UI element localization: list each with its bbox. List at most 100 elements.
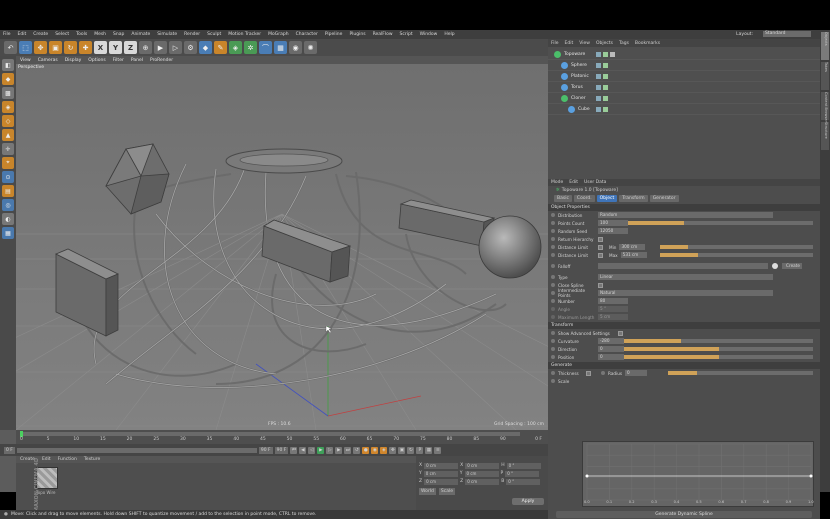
object-row[interactable]: Torus [548, 82, 820, 93]
perspective-viewport[interactable]: Perspective FPS : 10.6 Grid Spacing : 10… [16, 64, 548, 430]
points-count-field[interactable]: 100 [598, 220, 628, 226]
radius-slider[interactable] [668, 371, 813, 375]
deformer-icon[interactable]: ⌒ [259, 41, 272, 54]
layout-dropdown[interactable]: Standard [763, 31, 811, 37]
points-mode-icon[interactable]: ◈ [2, 101, 14, 113]
last-tool-icon[interactable]: ✚ [79, 41, 92, 54]
intermediate-points-dropdown[interactable]: Natural [598, 290, 773, 296]
object-menu-objects[interactable]: Objects [596, 41, 613, 46]
coord-field[interactable]: 0 ° [506, 463, 541, 469]
menu-help[interactable]: Help [444, 32, 454, 37]
position-key-icon[interactable]: ✥ [389, 446, 397, 454]
side-tab-content-browser[interactable]: Content Browser [821, 92, 829, 122]
z-axis-icon[interactable]: Z [124, 41, 137, 54]
visibility-icon[interactable] [596, 84, 601, 90]
material-menu-function[interactable]: Function [58, 457, 77, 462]
coord-scale-dropdown[interactable]: Scale [438, 488, 456, 495]
menu-snap[interactable]: Snap [113, 32, 124, 37]
side-tab-objects[interactable]: Objects [821, 32, 829, 60]
menu-plugins[interactable]: Plugins [349, 32, 365, 37]
viewport-menu-display[interactable]: Display [65, 58, 82, 63]
keyframe-selection-icon[interactable]: ◈ [380, 446, 388, 454]
type-dropdown[interactable]: Linear [598, 274, 773, 280]
tab-coord[interactable]: Coord. [573, 195, 595, 202]
show-advanced-checkbox[interactable] [618, 330, 623, 336]
enabled-check-icon[interactable] [603, 106, 608, 112]
menu-pipeline[interactable]: Pipeline [325, 32, 343, 37]
object-menu-tags[interactable]: Tags [619, 41, 629, 46]
object-menu-view[interactable]: View [579, 41, 590, 46]
model-mode-icon[interactable]: ◆ [2, 73, 14, 85]
world-coord-icon[interactable]: ⊕ [139, 41, 152, 54]
timeline-track[interactable] [20, 431, 520, 437]
tab-basic[interactable]: Basic [554, 195, 572, 202]
rotate-icon[interactable]: ↻ [64, 41, 77, 54]
workplane-icon[interactable]: ▤ [2, 185, 14, 197]
move-icon[interactable]: ✥ [34, 41, 47, 54]
timeline-menu-icon[interactable]: ≡ [434, 446, 442, 454]
menu-animate[interactable]: Animate [131, 32, 150, 37]
visibility-icon[interactable] [596, 73, 601, 79]
coord-field[interactable]: 0 cm [424, 479, 459, 485]
viewport-menu-options[interactable]: Options [88, 58, 105, 63]
render-pv-icon[interactable]: ▷ [169, 41, 182, 54]
visibility-icon[interactable] [596, 62, 601, 68]
enabled-check-icon[interactable] [603, 73, 608, 79]
render-settings-icon[interactable]: ⚙ [184, 41, 197, 54]
texture-mode-icon[interactable]: ▩ [2, 87, 14, 99]
max-frame-field[interactable]: 90 F [274, 446, 289, 454]
object-row[interactable]: Sphere [548, 60, 820, 71]
next-frame-icon[interactable]: ▷ [326, 446, 334, 454]
curvature-slider[interactable] [624, 339, 813, 343]
visibility-icon[interactable] [596, 106, 601, 112]
prev-key-icon[interactable]: ◀ [299, 446, 307, 454]
min-field[interactable]: 300 cm [619, 244, 646, 250]
prev-frame-icon[interactable]: ◁ [308, 446, 316, 454]
menu-mesh[interactable]: Mesh [94, 32, 106, 37]
viewport-menu-view[interactable]: View [20, 58, 31, 63]
autokey-icon[interactable]: ◉ [371, 446, 379, 454]
curvature-field[interactable]: -280 [598, 338, 624, 344]
scale-spline-graph[interactable]: 0.0 0.1 0.2 0.3 0.4 0.5 0.6 0.7 0.8 0.9 1.0 [582, 441, 814, 507]
record-icon[interactable]: ● [362, 446, 370, 454]
coord-field[interactable]: 0 ° [506, 479, 541, 485]
coord-field[interactable]: 0 cm [465, 463, 500, 469]
next-key-icon[interactable]: ▶ [335, 446, 343, 454]
direction-field[interactable]: 0 [598, 346, 624, 352]
visibility-icon[interactable] [596, 95, 601, 101]
undo-icon[interactable]: ↶ [4, 41, 17, 54]
preview-range-slider[interactable] [16, 447, 257, 453]
min-slider[interactable] [660, 245, 813, 249]
attribute-menu-edit[interactable]: Edit [569, 180, 578, 185]
menu-script[interactable]: Script [400, 32, 413, 37]
object-menu-edit[interactable]: Edit [565, 41, 574, 46]
object-row[interactable]: Topoware [548, 49, 820, 60]
side-tab-takes[interactable]: Takes [821, 62, 829, 90]
viewport-menu-prorender[interactable]: ProRender [150, 58, 173, 63]
menu-window[interactable]: Window [420, 32, 438, 37]
create-button[interactable]: Create [782, 263, 802, 269]
menu-edit[interactable]: Edit [18, 32, 27, 37]
edges-mode-icon[interactable]: ◇ [2, 115, 14, 127]
menu-select[interactable]: Select [55, 32, 69, 37]
coord-field[interactable]: 0 cm [424, 463, 459, 469]
x-axis-icon[interactable]: X [94, 41, 107, 54]
goto-start-icon[interactable]: ⏮ [290, 446, 298, 454]
pen-icon[interactable]: ✎ [214, 41, 227, 54]
layout-selector[interactable]: Layout: Standard [736, 31, 818, 37]
timeline[interactable]: 0 5 10 15 20 25 30 35 40 45 50 55 60 65 70 75 80 85 90 0 F [16, 430, 548, 444]
menu-file[interactable]: File [3, 32, 11, 37]
start-frame-field[interactable]: 0 F [4, 446, 15, 454]
menu-create[interactable]: Create [33, 32, 48, 37]
tab-object[interactable]: Object [596, 195, 618, 202]
object-menu-bookmarks[interactable]: Bookmarks [635, 41, 660, 46]
position-slider[interactable] [624, 355, 813, 359]
solo-icon[interactable]: ◐ [2, 213, 14, 225]
grid-icon[interactable]: ▦ [2, 227, 14, 239]
object-menu-file[interactable]: File [551, 41, 559, 46]
render-view-icon[interactable]: ▶ [154, 41, 167, 54]
light-icon[interactable]: ✺ [304, 41, 317, 54]
random-seed-field[interactable]: 12050 [598, 228, 628, 234]
make-editable-icon[interactable]: ◧ [2, 59, 14, 71]
side-tab-structure[interactable]: Structure [821, 122, 829, 150]
